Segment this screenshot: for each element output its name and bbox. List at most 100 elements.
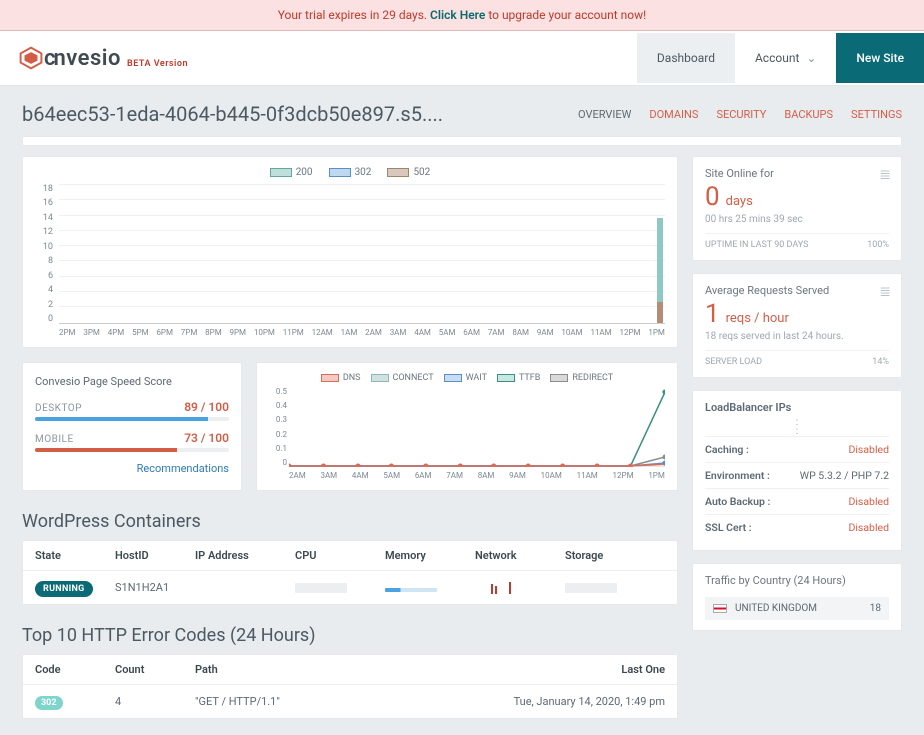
th-cpu: CPU xyxy=(295,549,385,562)
backup-key: Auto Backup : xyxy=(705,495,770,508)
trial-banner: Your trial expires in 29 days. Click Her… xyxy=(0,0,924,31)
container-row[interactable]: RUNNING S1N1H2A1 xyxy=(23,571,677,604)
uptime-label: Site Online for xyxy=(705,167,889,180)
latency-panel: DNS CONNECT WAIT TTFB REDIRECT 0.50.40.3… xyxy=(256,362,678,491)
traffic-panel: Traffic by Country (24 Hours) UNITED KIN… xyxy=(692,563,902,631)
nav-buttons: Dashboard Account ⌄ New Site xyxy=(637,33,924,83)
state-badge: RUNNING xyxy=(35,581,93,597)
cell-path: "GET / HTTP/1.1" xyxy=(195,695,485,708)
tab-security[interactable]: SECURITY xyxy=(716,108,766,121)
recommendations-link[interactable]: Recommendations xyxy=(35,462,229,475)
legend-wait[interactable]: WAIT xyxy=(444,373,487,383)
trial-prefix: Your trial expires in 29 days. xyxy=(278,8,430,22)
th-code: Code xyxy=(35,663,115,676)
code-badge: 302 xyxy=(35,696,63,710)
th-state: State xyxy=(35,549,115,562)
errors-title: Top 10 HTTP Error Codes (24 Hours) xyxy=(22,625,678,646)
tab-overview[interactable]: OVERVIEW xyxy=(578,108,631,121)
ssl-key: SSL Cert : xyxy=(705,521,752,534)
mobile-label: MOBILE xyxy=(35,434,74,445)
legend-dns[interactable]: DNS xyxy=(321,373,361,383)
http-chart-plot xyxy=(59,184,665,324)
th-path: Path xyxy=(195,663,485,676)
tab-backups[interactable]: BACKUPS xyxy=(784,108,833,121)
requests-footer-value: 14% xyxy=(872,357,889,367)
settings-icon[interactable]: ≣ xyxy=(879,284,891,300)
page: b64eec53-1eda-4064-b445-0f3dcb50e897.s5.… xyxy=(0,86,924,735)
th-last: Last One xyxy=(485,663,665,676)
legend-502[interactable]: 502 xyxy=(387,167,430,178)
settings-icon[interactable]: ≣ xyxy=(879,167,891,183)
requests-unit: reqs / hour xyxy=(726,311,789,326)
uptime-value: 0 xyxy=(705,182,720,212)
page-speed-panel: Convesio Page Speed Score DESKTOP 89 / 10… xyxy=(22,362,242,491)
storage-spark xyxy=(565,583,617,593)
progress-strip xyxy=(22,136,902,146)
tab-domains[interactable]: DOMAINS xyxy=(649,108,698,121)
country-name: UNITED KINGDOM xyxy=(735,603,817,614)
cpu-spark xyxy=(295,583,347,593)
flag-icon xyxy=(713,604,727,613)
brand-beta: BETA Version xyxy=(127,59,188,69)
country-row[interactable]: UNITED KINGDOM 18 xyxy=(705,597,889,620)
site-tabs: OVERVIEW DOMAINS SECURITY BACKUPS SETTIN… xyxy=(578,108,902,121)
caching-key: Caching : xyxy=(705,443,749,456)
http-chart-xticks: 2PM3PM4PM5PM6PM7PM8PM9PM10PM11PM12AM1AM2… xyxy=(35,328,665,337)
uptime-sub: 00 hrs 25 mins 39 sec xyxy=(705,214,889,225)
uptime-footer-label: UPTIME IN LAST 90 DAYS xyxy=(705,240,809,250)
desktop-score: 89 / 100 xyxy=(184,400,229,414)
mobile-bar xyxy=(35,448,177,452)
containers-table: State HostID IP Address CPU Memory Netwo… xyxy=(22,540,678,605)
cell-last: Tue, January 14, 2020, 1:49 pm xyxy=(485,695,665,708)
latency-chart: 0.50.40.30.20.10 xyxy=(289,387,665,467)
country-count: 18 xyxy=(870,603,881,614)
upgrade-link[interactable]: Click Here xyxy=(430,8,485,22)
legend-200[interactable]: 200 xyxy=(270,167,313,178)
legend-connect[interactable]: CONNECT xyxy=(371,373,434,383)
cell-host: S1N1H2A1 xyxy=(115,581,195,594)
trial-suffix: to upgrade your account now! xyxy=(488,8,646,22)
latency-legend: DNS CONNECT WAIT TTFB REDIRECT xyxy=(269,373,665,383)
nav-dashboard[interactable]: Dashboard xyxy=(637,33,735,83)
mobile-score: 73 / 100 xyxy=(184,431,229,445)
uptime-panel: ≣ Site Online for 0 days 00 hrs 25 mins 3… xyxy=(692,156,902,261)
logo-icon xyxy=(18,45,44,71)
tab-settings[interactable]: SETTINGS xyxy=(851,108,902,121)
site-id: b64eec53-1eda-4064-b445-0f3dcb50e897.s5.… xyxy=(22,102,443,126)
env-val: WP 5.3.2 / PHP 7.2 xyxy=(800,469,889,482)
desktop-bar xyxy=(35,417,208,421)
info-panel: LoadBalancer IPs :: Caching :Disabled En… xyxy=(692,390,902,551)
latency-xticks: 2AM3AM4AM5AM6AM7AM8AM9AM10AM11AM12PM1PM xyxy=(289,471,665,480)
http-status-chart: 200 302 502 181614121086420 2PM3PM4PM5PM… xyxy=(22,156,678,348)
desktop-label: DESKTOP xyxy=(35,403,82,414)
http-chart-yticks: 181614121086420 xyxy=(35,184,53,324)
env-key: Environment : xyxy=(705,469,770,482)
http-status-legend: 200 302 502 xyxy=(35,167,665,178)
ssl-val: Disabled xyxy=(848,521,889,534)
legend-redirect[interactable]: REDIRECT xyxy=(550,373,613,383)
caching-val: Disabled xyxy=(848,443,889,456)
error-row[interactable]: 302 4 "GET / HTTP/1.1" Tue, January 14, … xyxy=(23,685,677,718)
containers-title: WordPress Containers xyxy=(22,511,678,532)
th-stor: Storage xyxy=(565,549,655,562)
errors-table: Code Count Path Last One 302 4 "GET / HT… xyxy=(22,654,678,719)
page-speed-title: Convesio Page Speed Score xyxy=(35,375,229,388)
brand[interactable]: c nvesio BETA Version xyxy=(0,31,206,85)
th-host: HostID xyxy=(115,549,195,562)
nav-new-site[interactable]: New Site xyxy=(836,33,924,83)
legend-ttfb[interactable]: TTFB xyxy=(497,373,540,383)
uptime-footer-value: 100% xyxy=(867,240,889,250)
th-net: Network xyxy=(475,549,565,562)
th-count: Count xyxy=(115,663,195,676)
backup-val: Disabled xyxy=(848,495,889,508)
requests-footer-label: SERVER LOAD xyxy=(705,357,762,367)
net-spark xyxy=(475,582,527,594)
th-mem: Memory xyxy=(385,549,475,562)
nav-account[interactable]: Account ⌄ xyxy=(735,33,836,83)
legend-302[interactable]: 302 xyxy=(329,167,372,178)
requests-sub: 18 reqs served in last 24 hours. xyxy=(705,331,889,342)
chevron-down-icon: ⌄ xyxy=(806,51,816,65)
uptime-unit: days xyxy=(726,194,753,209)
mem-spark xyxy=(385,588,437,592)
traffic-title: Traffic by Country (24 Hours) xyxy=(705,574,889,587)
